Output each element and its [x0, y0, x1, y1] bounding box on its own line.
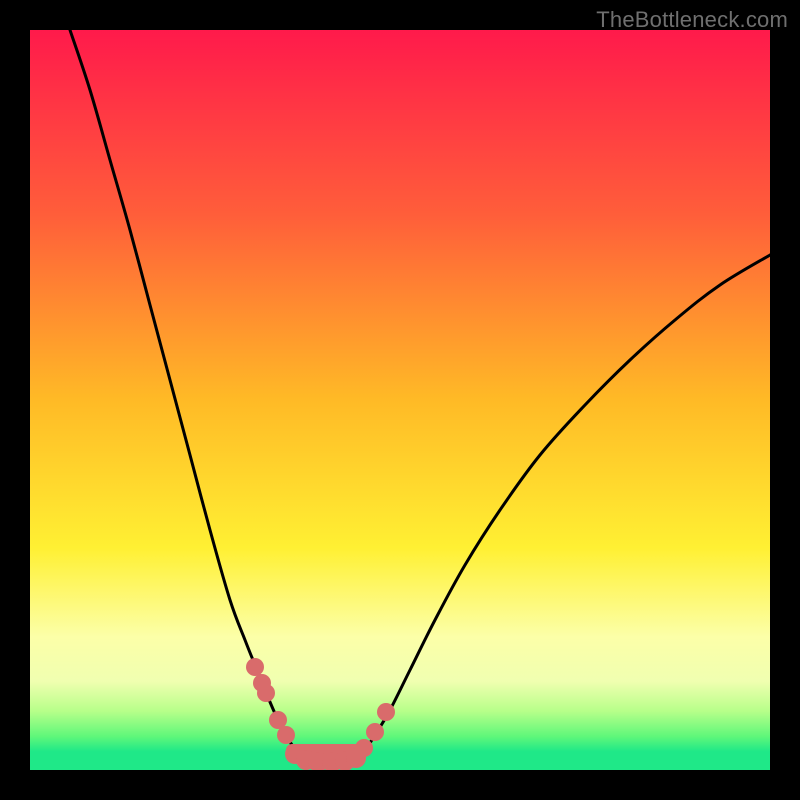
left-curve-line: [70, 30, 305, 760]
chart-overlay: [30, 30, 770, 770]
chart-frame: [30, 30, 770, 770]
valley-marker: [366, 723, 384, 741]
valley-marker: [257, 684, 275, 702]
valley-marker: [377, 703, 395, 721]
valley-marker: [277, 726, 295, 744]
valley-marker: [246, 658, 264, 676]
valley-markers-group: [246, 658, 395, 770]
valley-marker: [355, 739, 373, 757]
right-curve-line: [355, 255, 770, 760]
